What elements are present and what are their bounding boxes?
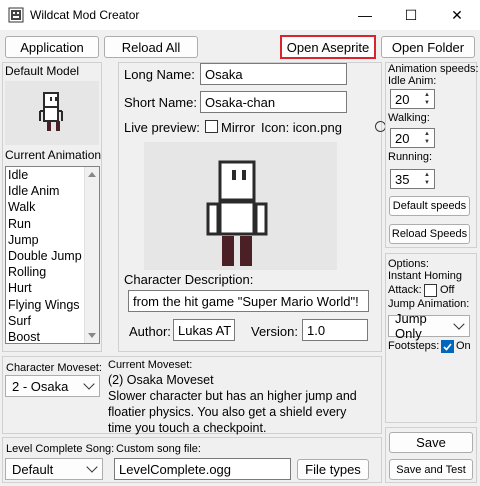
version-input[interactable]: 1.0 bbox=[302, 319, 368, 341]
description-input[interactable]: from the hit game "Super Mario World"! bbox=[128, 290, 369, 312]
save-and-test-button[interactable]: Save and Test bbox=[389, 459, 473, 480]
spin-up-icon[interactable]: ▲ bbox=[421, 171, 433, 179]
footsteps-checkbox[interactable] bbox=[441, 340, 454, 353]
short-name-input[interactable]: Osaka-chan bbox=[200, 91, 347, 113]
jump-animation-label: Jump Animation: bbox=[388, 298, 470, 310]
version-label: Version: bbox=[251, 324, 298, 339]
character-moveset-value: 2 - Osaka bbox=[12, 378, 69, 394]
walking-label: Walking: bbox=[388, 112, 430, 124]
spin-up-icon[interactable]: ▲ bbox=[421, 130, 433, 138]
long-name-input[interactable]: Osaka bbox=[200, 63, 347, 85]
animation-speeds-label: Animation speeds: bbox=[388, 63, 479, 75]
running-spinner[interactable]: 35 ▲ ▼ bbox=[390, 169, 435, 189]
level-complete-song-value: Default bbox=[12, 461, 54, 477]
idle-anim-value: 20 bbox=[395, 92, 410, 107]
short-name-label: Short Name: bbox=[124, 95, 197, 110]
chevron-down-icon bbox=[83, 378, 95, 390]
idle-anim-spinner[interactable]: 20 ▲ ▼ bbox=[390, 89, 435, 109]
reload-all-button[interactable]: Reload All bbox=[104, 36, 198, 58]
application-button[interactable]: Application bbox=[5, 36, 99, 58]
author-input[interactable]: Lukas AT bbox=[173, 319, 235, 341]
live-preview-sprite bbox=[206, 160, 268, 266]
spin-down-icon[interactable]: ▼ bbox=[421, 179, 433, 187]
window-title: Wildcat Mod Creator bbox=[30, 8, 140, 22]
attack-label: Attack: bbox=[388, 284, 422, 296]
jump-animation-value: Jump Only bbox=[395, 311, 427, 341]
character-moveset-label: Character Moveset: bbox=[6, 362, 102, 374]
author-label: Author: bbox=[129, 324, 171, 339]
minimize-button[interactable]: — bbox=[342, 0, 388, 30]
level-complete-song-label: Level Complete Song: bbox=[6, 443, 115, 455]
moveset-title: (2) Osaka Moveset bbox=[108, 373, 214, 387]
spin-down-icon[interactable]: ▼ bbox=[421, 99, 433, 107]
moveset-description: Slower character but has an higher jump … bbox=[108, 389, 357, 435]
current-animation-label: Current Animation bbox=[5, 148, 102, 162]
reload-speeds-button[interactable]: Reload Speeds bbox=[389, 224, 470, 244]
scroll-up-icon[interactable] bbox=[88, 172, 96, 177]
jump-animation-select[interactable]: Jump Only bbox=[388, 311, 470, 341]
mirror-checkbox[interactable] bbox=[205, 120, 218, 133]
spin-down-icon[interactable]: ▼ bbox=[421, 138, 433, 146]
instant-homing-label: Instant Homing bbox=[388, 270, 462, 282]
animation-list[interactable]: Idle Idle Anim Walk Run Jump Double Jump Rolli… bbox=[5, 166, 100, 344]
running-value: 35 bbox=[395, 172, 410, 187]
footsteps-label: Footsteps: bbox=[388, 340, 440, 352]
spin-up-icon[interactable]: ▲ bbox=[421, 91, 433, 99]
close-button[interactable]: ✕ bbox=[434, 0, 480, 30]
live-preview-label: Live preview: bbox=[124, 120, 200, 135]
idle-anim-label: Idle Anim: bbox=[388, 75, 437, 87]
file-types-button[interactable]: File types bbox=[297, 459, 369, 480]
instant-homing-checkbox[interactable] bbox=[424, 284, 437, 297]
chevron-down-icon bbox=[86, 461, 98, 473]
options-label: Options: bbox=[388, 258, 429, 270]
custom-song-file-input[interactable]: LevelComplete.ogg bbox=[114, 458, 291, 480]
custom-song-file-label: Custom song file: bbox=[116, 443, 201, 455]
open-aseprite-button[interactable]: Open Aseprite bbox=[280, 35, 376, 59]
mirror-label: Mirror bbox=[221, 120, 255, 135]
walking-value: 20 bbox=[395, 131, 410, 146]
level-complete-song-select[interactable]: Default bbox=[5, 458, 103, 480]
default-model-label: Default Model bbox=[5, 64, 80, 78]
live-preview bbox=[144, 142, 337, 270]
character-moveset-select[interactable]: 2 - Osaka bbox=[5, 375, 100, 397]
long-name-label: Long Name: bbox=[124, 67, 195, 82]
description-text: from the hit game "Super Mario World"! bbox=[133, 294, 359, 309]
animation-list-scrollbar[interactable] bbox=[84, 167, 99, 343]
scroll-down-icon[interactable] bbox=[88, 333, 96, 338]
checkmark-icon bbox=[443, 343, 452, 351]
open-folder-button[interactable]: Open Folder bbox=[381, 36, 475, 58]
current-moveset-label: Current Moveset: bbox=[108, 359, 193, 371]
default-speeds-button[interactable]: Default speeds bbox=[389, 196, 470, 216]
default-model-sprite bbox=[39, 92, 63, 131]
running-label: Running: bbox=[388, 151, 433, 163]
walking-spinner[interactable]: 20 ▲ ▼ bbox=[390, 128, 435, 148]
maximize-button[interactable]: ☐ bbox=[388, 0, 434, 30]
footsteps-on-label: On bbox=[456, 340, 471, 352]
app-icon bbox=[8, 7, 24, 23]
attack-off-label: Off bbox=[440, 284, 455, 296]
save-button[interactable]: Save bbox=[389, 432, 473, 453]
icon-label: Icon: icon.png bbox=[261, 120, 342, 135]
default-model-preview bbox=[5, 81, 99, 145]
description-label: Character Description: bbox=[124, 272, 254, 287]
